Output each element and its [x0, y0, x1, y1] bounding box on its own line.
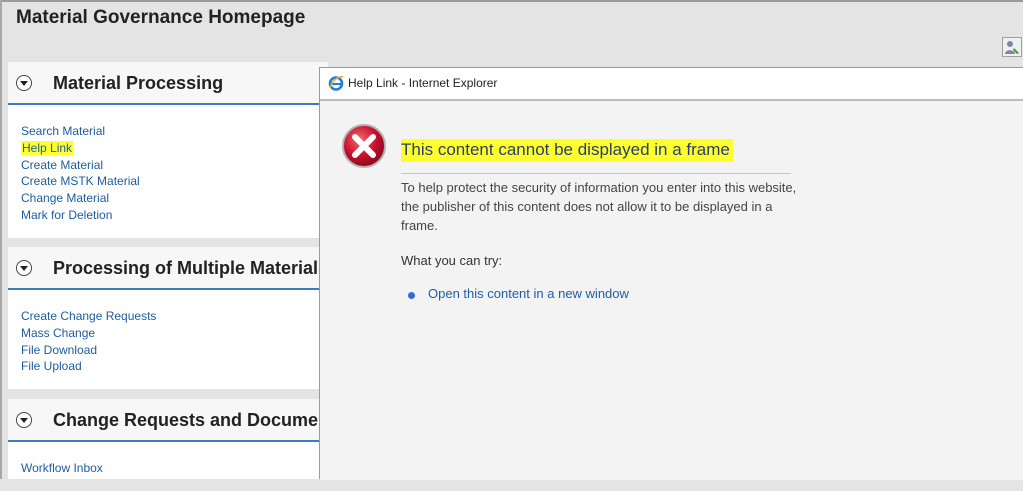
link-workflow-inbox[interactable]: Workflow Inbox: [21, 460, 328, 477]
section-header: Processing of Multiple Materials: [8, 247, 328, 290]
link-search-material[interactable]: Search Material: [21, 123, 328, 140]
link-file-download[interactable]: File Download: [21, 342, 328, 359]
user-settings-button[interactable]: [1002, 37, 1022, 57]
section-material-processing: Material Processing Search Material Help…: [8, 62, 328, 238]
section-title: Material Processing: [53, 73, 224, 93]
collapse-toggle-icon[interactable]: [16, 75, 32, 91]
window-title: Help Link - Internet Explorer: [348, 76, 498, 90]
section-multiple-materials: Processing of Multiple Materials Create …: [8, 247, 328, 390]
link-create-mstk-material[interactable]: Create MSTK Material: [21, 173, 328, 190]
error-heading: This content cannot be displayed in a fr…: [401, 139, 733, 162]
link-file-upload[interactable]: File Upload: [21, 358, 328, 375]
section-header: Material Processing: [8, 62, 328, 105]
link-create-change-requests[interactable]: Create Change Requests: [21, 308, 328, 325]
error-icon: [342, 124, 386, 168]
collapse-toggle-icon[interactable]: [16, 260, 32, 276]
bullet-icon: [408, 292, 415, 299]
collapse-toggle-icon[interactable]: [16, 412, 32, 428]
ie-popup-window: Help Link - Internet Explorer This conte…: [319, 67, 1023, 480]
highlighted-link-text: Help Link: [21, 140, 74, 155]
open-in-new-window-link[interactable]: Open this content in a new window: [428, 286, 629, 301]
left-border: [0, 0, 2, 479]
section-title: Change Requests and Documents: [53, 410, 346, 430]
divider: [401, 173, 791, 174]
error-description: To help protect the security of informat…: [401, 180, 797, 233]
section-header: Change Requests and Documents: [8, 399, 345, 442]
section-change-requests: Change Requests and Documents Workflow I…: [8, 399, 345, 479]
try-label: What you can try:: [401, 253, 503, 268]
window-titlebar[interactable]: Help Link - Internet Explorer: [320, 68, 1023, 101]
error-content: This content cannot be displayed in a fr…: [320, 101, 1023, 480]
user-icon: [1005, 41, 1019, 54]
section-title: Processing of Multiple Materials: [53, 258, 329, 278]
link-mark-for-deletion[interactable]: Mark for Deletion: [21, 207, 328, 224]
link-help-link[interactable]: Help Link: [21, 140, 328, 157]
top-border: [0, 0, 1023, 2]
link-create-material[interactable]: Create Material: [21, 157, 328, 174]
link-change-material[interactable]: Change Material: [21, 190, 328, 207]
page-title: Material Governance Homepage: [16, 7, 306, 28]
internet-explorer-icon: [328, 76, 344, 91]
link-mass-change[interactable]: Mass Change: [21, 325, 328, 342]
